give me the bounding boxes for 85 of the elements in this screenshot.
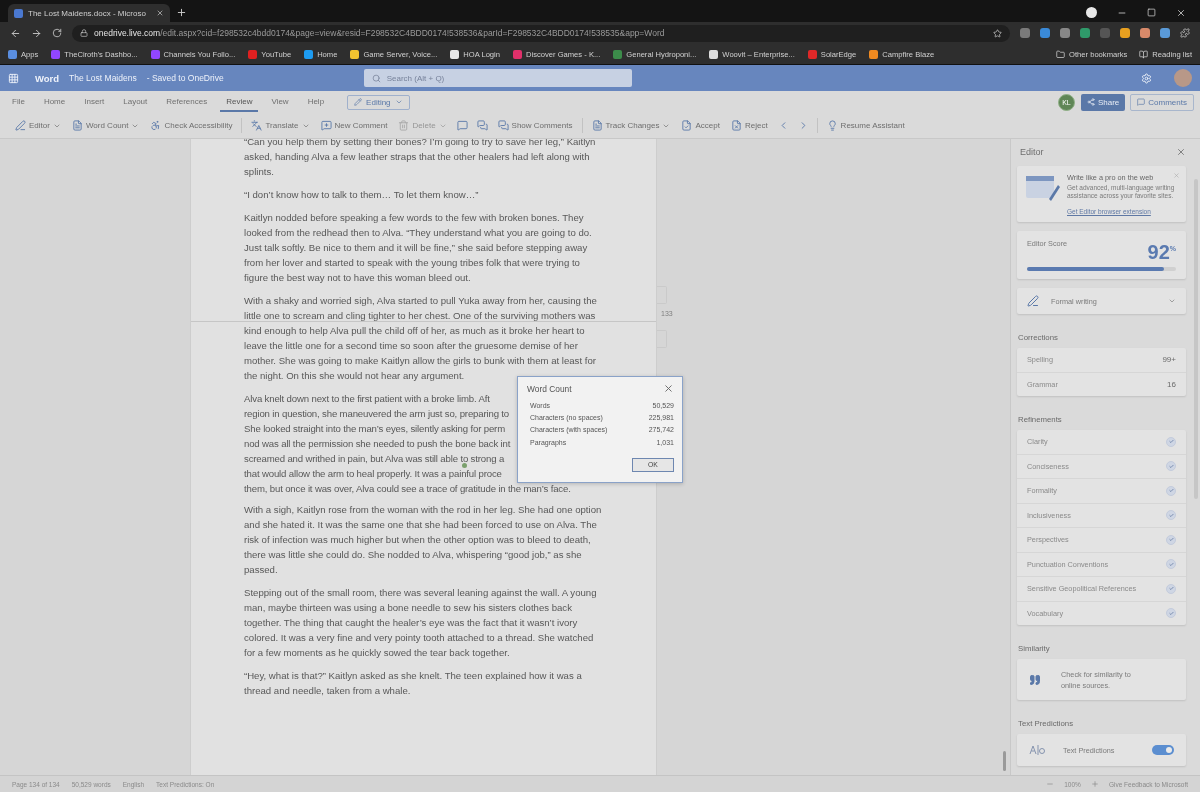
toolbar-icon[interactable] [456, 120, 468, 131]
menu-tab[interactable]: File [6, 92, 31, 112]
share-button[interactable]: Share [1080, 93, 1126, 111]
caret-icon [394, 98, 403, 106]
pen-icon [1027, 295, 1039, 308]
document-icon [14, 8, 23, 18]
editing-mode-button[interactable]: Editing [347, 94, 410, 110]
menu-tab[interactable]: References [160, 92, 214, 112]
menu-tab[interactable]: Home [37, 92, 72, 112]
folder-icon [1056, 49, 1066, 59]
dialog-title: Word Count [527, 383, 572, 394]
menu-tab[interactable]: Insert [78, 92, 111, 112]
ribbon-button[interactable]: Track Changes [587, 118, 675, 133]
toggle-switch[interactable] [1152, 745, 1174, 755]
menu-tab[interactable]: Review [220, 92, 259, 112]
toolbar-icon [71, 120, 83, 131]
close-icon[interactable] [1176, 7, 1186, 18]
share-icon [1086, 98, 1095, 106]
toolbar-icon [730, 120, 742, 131]
toolbar-icon [150, 120, 162, 131]
book-icon [1139, 49, 1149, 59]
ribbon-button[interactable]: Check Accessibility [146, 118, 237, 133]
puzzle-icon[interactable] [1180, 28, 1190, 38]
ribbon-button[interactable]: Resume Assistant [822, 118, 909, 133]
search-field[interactable]: Search (Alt + Q) [363, 69, 632, 87]
toolbar-icon [15, 120, 26, 131]
scrollbar-thumb[interactable] [1003, 751, 1006, 771]
back-icon[interactable] [10, 27, 21, 39]
text-line: She looked straight into the man’s eyes, silently asking for perm [244, 423, 505, 434]
menu-tab[interactable]: Layout [117, 92, 154, 112]
toolbar-icon[interactable] [476, 120, 488, 131]
toolbar-icon [398, 120, 410, 131]
app-name: Word [35, 72, 60, 84]
new-tab-icon[interactable] [176, 7, 187, 18]
star-icon[interactable] [993, 28, 1002, 38]
quote-icon [1029, 673, 1041, 686]
toolbar-icon [320, 120, 332, 131]
app-launcher-icon[interactable] [8, 72, 19, 84]
ribbon-button[interactable]: Word Count [67, 118, 144, 133]
close-icon[interactable] [663, 383, 674, 394]
ribbon-button[interactable]: Reject [726, 118, 772, 133]
toolbar-icon [681, 120, 693, 131]
ribbon-button[interactable]: Show Comments [493, 118, 577, 133]
collaborator-cursor-icon [462, 463, 467, 468]
settings-icon[interactable] [1141, 72, 1152, 84]
paragraph: “Hey, what is that?” Kaitlyn asked as she knelt. The teen explained how it was a thread and needle, taken from a whale. [244, 668, 583, 698]
toolbar-icon [826, 120, 838, 131]
score-value: 92$^{%}$ [1147, 239, 1176, 262]
menu-tab[interactable]: Help [301, 92, 331, 112]
speech-bubble-icon [1137, 98, 1146, 106]
toolbar-icon [497, 120, 509, 131]
reload-icon[interactable] [52, 28, 62, 38]
text-line: region in question, she maneuvered the arm just so, preparing to [244, 408, 510, 419]
panel-title: Editor [1020, 147, 1044, 158]
comments-button[interactable]: Comments [1130, 93, 1194, 111]
ribbon-button[interactable]: New Comment [316, 118, 392, 133]
ribbon-button[interactable]: Translate [247, 118, 314, 133]
paragraph: With a shaky and worried sigh, Alva started to pull Yuka away from her, causing the little one to scream and cling tighter to her chest. One of the surviving mothers was kind enough to help Alva pull the child off of her, as much as it broke her heart to leave the little one for a second time so soon after the gruesome demise of her mother. She was going to make Kaitlyn allow the girls to bunk with them at least for the night. On this she would not hear any argument. [244, 294, 598, 383]
close-icon[interactable] [156, 9, 164, 17]
pencil-icon [354, 98, 363, 106]
text-line: them, but once it was over, Alva could see a trace of gratitude in the man’s face. [244, 483, 571, 494]
text-line: Alva knelt down next to the first patient with a broke limb. Aft [244, 393, 490, 404]
forward-icon[interactable] [31, 27, 42, 39]
paragraph: Stepping out of the small room, there was several leaning against the wall. A young man, maybe thirteen was using a bone needle to sew his sisters clothes back together. The thing that caught the healer’s eye was the fact that it wasn’t ivory colored. It was a very fine and very pointy tooth attached to a thread. She watched for a few moments as he quickly sowed the tear back together. [244, 585, 598, 660]
address-field[interactable]: onedrive.live.com/edit.aspx?cid=f298532c4bdd0174&page=view&resid=F298532C4BDD0174!538536&parId=F298532C4BDD0174!538535&app=Word [72, 24, 1010, 42]
profile-icon[interactable] [1086, 7, 1097, 18]
maximize-icon[interactable] [1147, 8, 1156, 17]
text-line: that would allow the arm to heal properly. It was a painful proce [244, 468, 502, 479]
paragraph: Kaitlyn nodded before speaking a few words to the few with broken bones. They looked from the redhead then to Alva. “They understand what you are going to do. Just talk softly. Be nice to them and it will be fine,” she said before stepping away from her lover and started to speak with the young tribes folk that were trying to figure the best way not to have this woman bleed out. [244, 211, 593, 285]
text-line: screamed and writhed in pain, but Alva was still able to strong a [244, 453, 505, 464]
paragraph: “I don’t know how to talk to them… To let them know…” [244, 188, 480, 202]
save-status[interactable]: - Saved to OneDrive [146, 73, 224, 83]
ribbon-button[interactable]: Editor [11, 118, 65, 133]
toolbar-icon [251, 120, 263, 131]
text-line: nod was all the permission she needed to push the bone back int [244, 438, 511, 449]
browser-tab[interactable]: The Lost Maidens.docx - Microso [8, 4, 170, 22]
search-icon [371, 73, 381, 83]
paragraph: “Can you help them by setting their bones? I’m going to try to save her leg,” Kaitlyn asked, handing Alva a few leather straps that the other healers had left along with splints. [244, 139, 597, 179]
text-cursor-icon [1029, 745, 1045, 755]
menu-tab[interactable]: View [265, 92, 295, 112]
paragraph: With a sigh, Kaitlyn rose from the woman with the rod in her leg. She had one option and she hated it. It was the same one that she had been forced to use on Alva. The risk of infection was much higher but when the other option was to bleed to death, there was little she could do. She nodded to Alva, whispering “good job,” as she passed. [244, 502, 603, 577]
document-title[interactable]: The Lost Maidens [69, 73, 137, 83]
toolbar-icon [591, 120, 603, 131]
lock-icon [80, 29, 88, 37]
ribbon-button[interactable]: Accept [677, 118, 724, 133]
